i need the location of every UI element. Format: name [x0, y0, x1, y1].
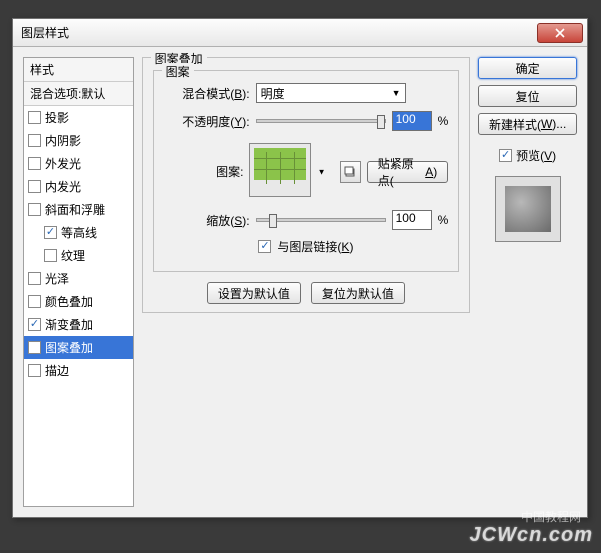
styles-panel: 样式 混合选项:默认 投影 内阴影 外发光 内发光 斜面和浮雕 等高线 纹理 光…: [23, 57, 134, 507]
style-item-pattern-overlay[interactable]: 图案叠加: [24, 336, 133, 359]
blend-mode-select[interactable]: 明度 ▼: [256, 83, 406, 103]
ok-button[interactable]: 确定: [478, 57, 577, 79]
styles-list: 样式 混合选项:默认 投影 内阴影 外发光 内发光 斜面和浮雕 等高线 纹理 光…: [23, 57, 134, 507]
percent-label: %: [438, 213, 449, 227]
pattern-overlay-group: 图案叠加 图案 混合模式(B): 明度 ▼ 不透明度(Y):: [142, 57, 471, 313]
link-layer-label: 与图层链接(K): [277, 238, 353, 255]
checkbox[interactable]: [28, 272, 41, 285]
reset-default-button[interactable]: 复位为默认值: [311, 282, 405, 304]
opacity-slider[interactable]: [256, 119, 386, 123]
checkbox[interactable]: [44, 249, 57, 262]
style-item-contour[interactable]: 等高线: [24, 221, 133, 244]
blend-mode-row: 混合模式(B): 明度 ▼: [164, 83, 449, 103]
link-layer-checkbox[interactable]: [258, 240, 271, 253]
style-item-stroke[interactable]: 描边: [24, 359, 133, 382]
checkbox[interactable]: [28, 341, 41, 354]
watermark: JCWcn.com: [470, 524, 593, 547]
preview-thumbnail: [495, 176, 561, 242]
slider-thumb[interactable]: [269, 214, 277, 228]
pattern-preview: [254, 148, 306, 180]
link-layer-row: 与图层链接(K): [164, 238, 449, 255]
watermark-sub: 中国教程网: [521, 508, 581, 525]
titlebar: 图层样式: [13, 19, 587, 47]
style-item-color-overlay[interactable]: 颜色叠加: [24, 290, 133, 313]
checkbox[interactable]: [28, 318, 41, 331]
snap-origin-button[interactable]: 贴紧原点(A): [367, 161, 448, 183]
pattern-picker[interactable]: ▼: [249, 143, 311, 200]
chevron-down-icon: ▼: [392, 88, 401, 98]
checkbox[interactable]: [28, 364, 41, 377]
layer-style-dialog: 图层样式 样式 混合选项:默认 投影 内阴影 外发光 内发光 斜面和浮雕 等高线…: [12, 18, 588, 518]
action-panel: 确定 复位 新建样式(W)... 预览(V): [478, 57, 577, 507]
style-item-outer-glow[interactable]: 外发光: [24, 152, 133, 175]
dialog-body: 样式 混合选项:默认 投影 内阴影 外发光 内发光 斜面和浮雕 等高线 纹理 光…: [13, 47, 587, 517]
style-item-drop-shadow[interactable]: 投影: [24, 106, 133, 129]
checkbox[interactable]: [28, 203, 41, 216]
new-pattern-button[interactable]: [340, 161, 361, 183]
checkbox[interactable]: [28, 180, 41, 193]
pattern-label: 图案:: [164, 163, 244, 180]
blend-options-header[interactable]: 混合选项:默认: [24, 82, 133, 106]
set-default-button[interactable]: 设置为默认值: [207, 282, 301, 304]
checkbox[interactable]: [44, 226, 57, 239]
opacity-input[interactable]: 100: [392, 111, 432, 131]
dialog-title: 图层样式: [21, 24, 537, 41]
close-button[interactable]: [537, 23, 583, 43]
style-item-bevel[interactable]: 斜面和浮雕: [24, 198, 133, 221]
preview-toggle[interactable]: 预览(V): [478, 147, 577, 164]
checkbox[interactable]: [28, 157, 41, 170]
settings-panel: 图案叠加 图案 混合模式(B): 明度 ▼ 不透明度(Y):: [142, 57, 471, 507]
style-item-satin[interactable]: 光泽: [24, 267, 133, 290]
checkbox[interactable]: [28, 111, 41, 124]
close-icon: [555, 28, 565, 38]
chevron-down-icon: ▼: [318, 167, 326, 176]
preview-checkbox[interactable]: [499, 149, 512, 162]
blend-mode-label: 混合模式(B):: [164, 85, 250, 102]
style-item-texture[interactable]: 纹理: [24, 244, 133, 267]
default-buttons-row: 设置为默认值 复位为默认值: [153, 282, 460, 304]
preview-gradient: [505, 186, 551, 232]
opacity-row: 不透明度(Y): 100 %: [164, 111, 449, 131]
scale-slider[interactable]: [256, 218, 386, 222]
checkbox[interactable]: [28, 295, 41, 308]
opacity-label: 不透明度(Y):: [164, 113, 250, 130]
pattern-legend: 图案: [162, 63, 194, 80]
new-style-button[interactable]: 新建样式(W)...: [478, 113, 577, 135]
style-item-inner-glow[interactable]: 内发光: [24, 175, 133, 198]
scale-row: 缩放(S): 100 %: [164, 210, 449, 230]
pattern-row: 图案: ▼: [164, 143, 449, 200]
styles-header[interactable]: 样式: [24, 58, 133, 82]
scale-label: 缩放(S):: [164, 212, 250, 229]
scale-input[interactable]: 100: [392, 210, 432, 230]
slider-thumb[interactable]: [377, 115, 385, 129]
percent-label: %: [438, 114, 449, 128]
preview-label: 预览(V): [516, 147, 556, 164]
pattern-group: 图案 混合模式(B): 明度 ▼ 不透明度(Y): 100: [153, 70, 460, 272]
style-item-inner-shadow[interactable]: 内阴影: [24, 129, 133, 152]
new-preset-icon: [344, 166, 356, 178]
reset-button[interactable]: 复位: [478, 85, 577, 107]
pattern-swatch[interactable]: [249, 143, 311, 197]
style-item-gradient-overlay[interactable]: 渐变叠加: [24, 313, 133, 336]
checkbox[interactable]: [28, 134, 41, 147]
